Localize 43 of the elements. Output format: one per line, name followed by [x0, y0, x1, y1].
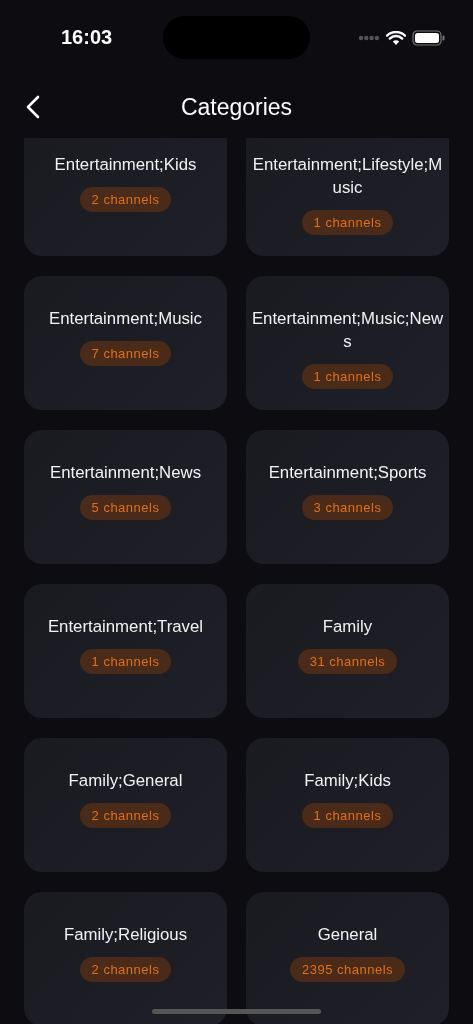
back-button[interactable]	[24, 93, 42, 121]
category-card[interactable]: Entertainment;Travel 1 channels	[24, 584, 227, 718]
status-time: 16:03	[61, 25, 113, 49]
wifi-icon	[386, 30, 406, 46]
channel-count: 7 channels	[79, 341, 172, 366]
category-name: Entertainment;Music	[49, 308, 202, 330]
channel-count: 31 channels	[297, 649, 398, 674]
back-icon	[26, 95, 40, 119]
category-card[interactable]: Family 31 channels	[246, 584, 449, 718]
category-card[interactable]: Entertainment;Music 7 channels	[24, 276, 227, 410]
category-name: Entertainment;News	[49, 462, 202, 484]
signal-icon	[358, 35, 380, 41]
channel-count: 3 channels	[301, 495, 394, 520]
category-name: Family;General	[68, 770, 183, 792]
category-name: General	[317, 924, 378, 946]
channel-count: 2 channels	[79, 187, 172, 212]
category-card[interactable]: General 2395 channels	[246, 892, 449, 1024]
category-name: Entertainment;Travel	[47, 616, 204, 638]
channel-count: 5 channels	[79, 495, 172, 520]
channel-count: 2395 channels	[289, 957, 406, 982]
category-card[interactable]: Entertainment;Kids 2 channels	[24, 138, 227, 256]
category-card[interactable]: Family;Kids 1 channels	[246, 738, 449, 872]
category-name: Entertainment;Sports	[268, 462, 427, 484]
category-name: Entertainment;Kids	[54, 154, 197, 176]
channel-count: 1 channels	[301, 803, 394, 828]
channel-count: 1 channels	[79, 649, 172, 674]
category-name: Family;Kids	[304, 770, 391, 792]
screen-title: Categories	[180, 93, 293, 121]
category-card[interactable]: Family;Religious 2 channels	[24, 892, 227, 1024]
category-card[interactable]: Entertainment;Music;News 1 channels	[246, 276, 449, 410]
category-card[interactable]: Entertainment;Sports 3 channels	[246, 430, 449, 564]
category-card[interactable]: Family;General 2 channels	[24, 738, 227, 872]
category-card[interactable]: Entertainment;News 5 channels	[24, 430, 227, 564]
category-card[interactable]: Entertainment;Lifestyle;Music 1 channels	[246, 138, 449, 256]
battery-icon	[412, 30, 445, 46]
category-name: Entertainment;Lifestyle;Music	[251, 154, 444, 199]
category-name: Entertainment;Music;News	[250, 308, 445, 353]
channel-count: 1 channels	[301, 210, 394, 235]
channel-count: 1 channels	[301, 364, 394, 389]
category-name: Family;Religious	[63, 924, 188, 946]
channel-count: 2 channels	[79, 957, 172, 982]
category-name: Family	[322, 616, 373, 638]
channel-count: 2 channels	[79, 803, 172, 828]
